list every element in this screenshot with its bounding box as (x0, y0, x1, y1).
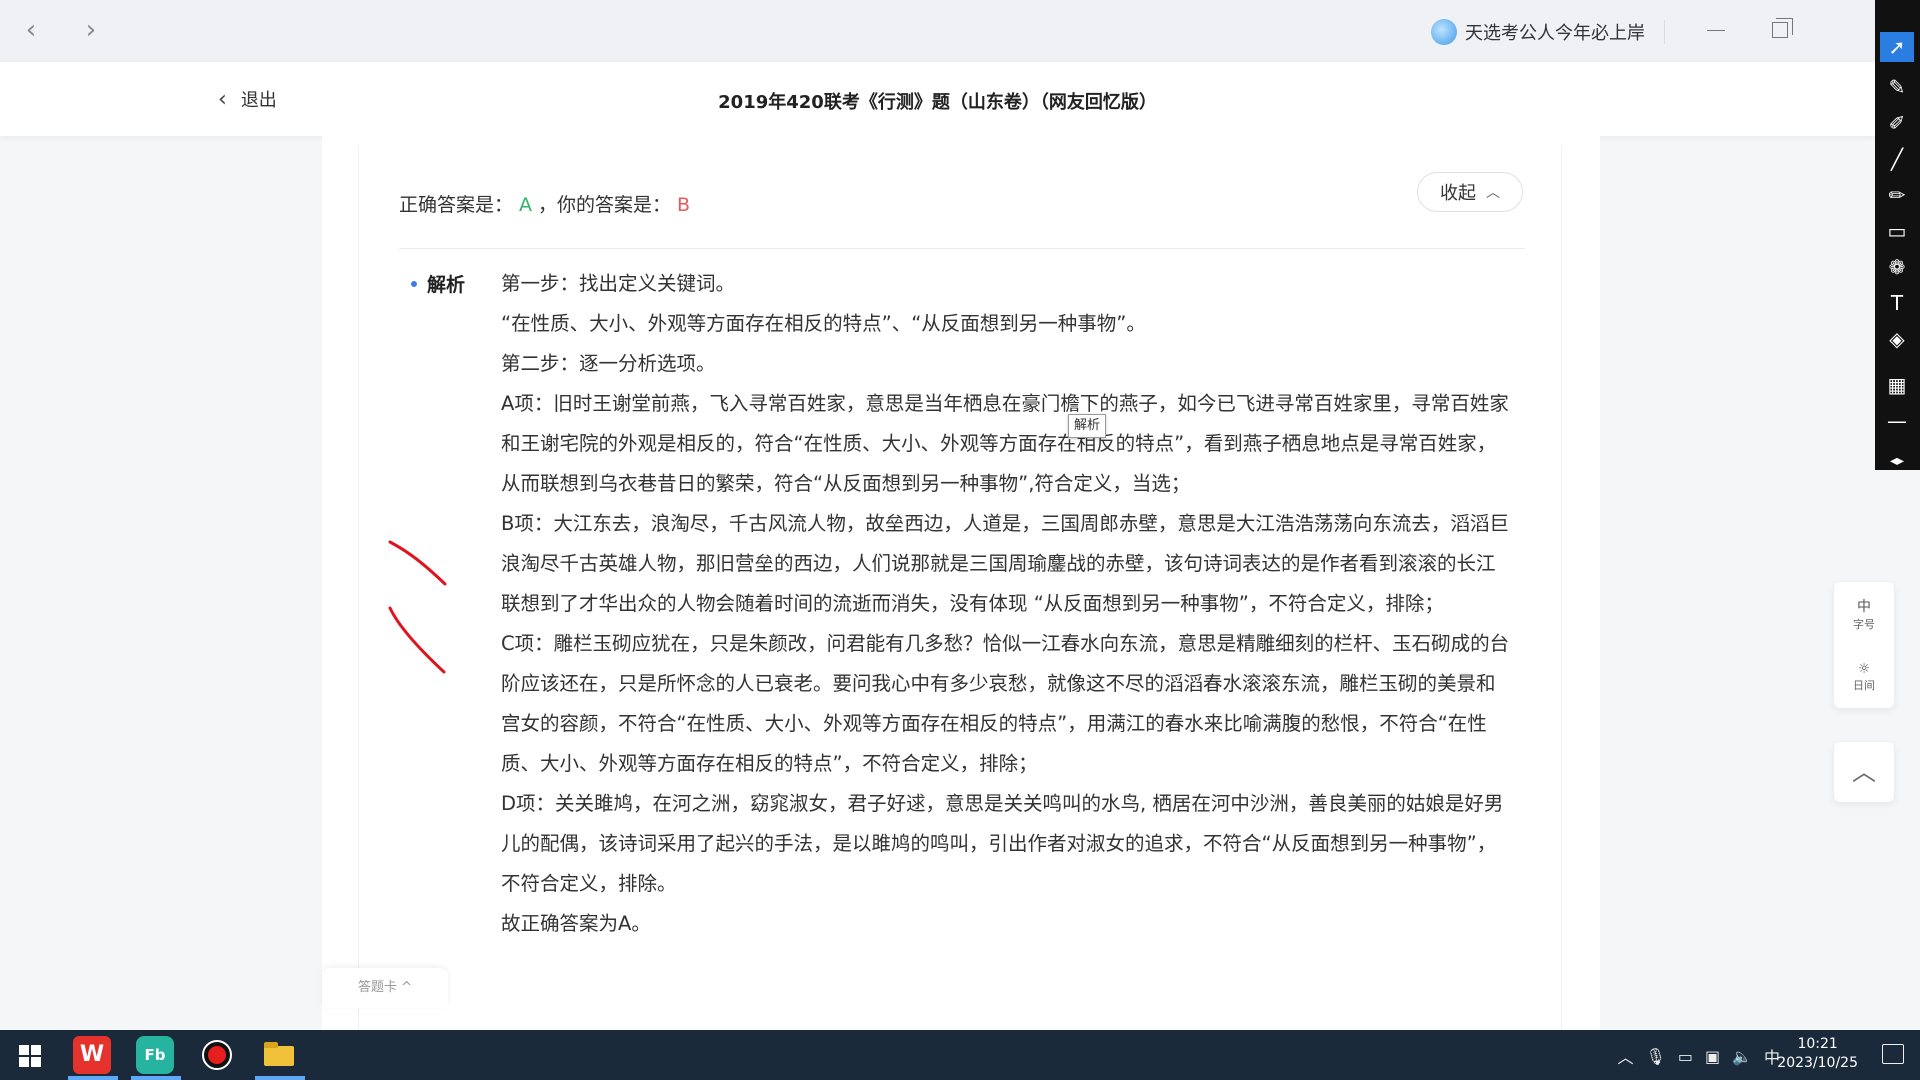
chevron-up-icon: ︿ (1852, 758, 1876, 786)
correct-answer-label: 正确答案是： (399, 194, 514, 216)
file-explorer-icon[interactable] (260, 1036, 298, 1074)
clock[interactable]: 10:21 2023/10/25 (1777, 1035, 1858, 1073)
battery-icon[interactable]: ▭ (1678, 1047, 1693, 1066)
highlighter-icon[interactable]: ✐ (1880, 108, 1914, 138)
active-indicator (255, 1076, 305, 1080)
answer-separator: ， (538, 194, 558, 216)
page-title: 2019年420联考《行测》题（山东卷）（网友回忆版） (718, 92, 1157, 113)
rectangle-icon[interactable]: ▭ (1880, 216, 1914, 246)
mosaic-icon[interactable]: ▦ (1880, 370, 1914, 400)
divider (399, 248, 1525, 249)
answer-summary: 正确答案是： A ，你的答案是： B (399, 190, 690, 217)
analysis-paragraph: A项：旧时王谢堂前燕，飞入寻常百姓家，意思是当年栖息在豪门檐下的燕子，如今已飞进… (501, 392, 1509, 495)
clock-time: 10:21 (1797, 1036, 1838, 1052)
eraser-icon[interactable]: ◈ (1880, 324, 1914, 354)
reading-settings: 中 字号 ☼ 日间 (1834, 582, 1894, 708)
user-name: 天选考公人今年必上岸 (1465, 23, 1645, 44)
window-titlebar: ‹ › 天选考公人今年必上岸 (0, 0, 1875, 62)
analysis-paragraph: 故正确答案为A。 (501, 912, 651, 935)
correct-answer-value: A (519, 194, 533, 216)
line-icon[interactable]: ╱ (1880, 144, 1914, 174)
pointer-icon[interactable]: ➚ (1880, 32, 1914, 62)
analysis-heading: 解析 (411, 270, 465, 297)
annotation-toolbar: ➚ ✎ ✐ ╱ ✏ ▭ ❁ T ◈ ▦ — ◂▸ (1875, 0, 1920, 470)
wps-app-icon[interactable]: W (73, 1036, 111, 1074)
avatar (1431, 19, 1457, 45)
analysis-paragraph: C项：雕栏玉砌应犹在，只是朱颜改，问君能有几多愁？恰似一江春水向东流，意思是精雕… (501, 632, 1510, 775)
bullet-dot-icon (411, 280, 417, 287)
content-area: 正确答案是： A ，你的答案是： B 收起 ︿ 解析 第一步：找出定义关键词。 “在性… (322, 136, 1600, 1030)
active-indicator (131, 1076, 181, 1080)
scroll-to-top-button[interactable]: ︿ (1834, 742, 1894, 802)
theme-button[interactable]: ☼ 日间 (1834, 645, 1894, 708)
forward-arrow-icon[interactable]: › (76, 14, 106, 46)
analysis-paragraph: 第一步：找出定义关键词。 (501, 272, 736, 295)
font-size-icon: 中 (1857, 598, 1871, 615)
font-size-label: 字号 (1853, 617, 1875, 631)
volume-icon[interactable]: 🔈 (1732, 1047, 1752, 1066)
sun-icon: ☼ (1857, 660, 1871, 677)
tooltip: 解析 (1068, 414, 1107, 438)
system-tray: ︿ 🎙 ▭ ▣ 🔈 中 (1617, 1044, 1780, 1068)
font-size-button[interactable]: 中 字号 (1834, 582, 1894, 645)
restore-window-icon[interactable] (1772, 18, 1793, 38)
analysis-paragraph: B项：大江东去，浪淘尽，千古风流人物，故垒西边，人道是，三国周郎赤壁，意思是大江… (501, 512, 1509, 615)
minimize-icon[interactable] (1707, 30, 1725, 31)
fenbi-app-icon[interactable]: Fb (136, 1036, 174, 1074)
back-arrow-icon[interactable]: ‹ (16, 14, 46, 46)
your-answer-value: B (677, 194, 691, 216)
collapse-button[interactable]: 收起 ︿ (1417, 172, 1523, 212)
titlebar-divider (1664, 20, 1665, 44)
network-icon[interactable]: ▣ (1705, 1047, 1720, 1066)
screen-recorder-icon[interactable] (198, 1036, 236, 1074)
analysis-label: 解析 (427, 274, 466, 296)
your-answer-label: 你的答案是： (557, 194, 672, 216)
active-indicator (68, 1076, 118, 1080)
chevron-up-icon: ︿ (1486, 185, 1500, 201)
analysis-paragraph: D项：关关雎鸠，在河之洲，窈窕淑女，君子好逑，意思是关关鸣叫的水鸟, 栖居在河中… (501, 792, 1504, 895)
brush-icon[interactable]: ✏ (1880, 180, 1914, 210)
pen-stroke (388, 606, 446, 674)
answer-analysis-card: 正确答案是： A ，你的答案是： B 收起 ︿ 解析 第一步：找出定义关键词。 “在性… (358, 146, 1562, 1030)
user-profile[interactable]: 天选考公人今年必上岸 (1431, 18, 1645, 46)
color-palette-icon[interactable]: ❁ (1880, 252, 1914, 282)
pen-annotations (388, 540, 447, 674)
analysis-paragraph: “在性质、大小、外观等方面存在相反的特点”、“从反面想到另一种事物”。 (501, 312, 1146, 335)
clock-date: 2023/10/25 (1777, 1055, 1858, 1071)
stroke-width-icon[interactable]: — (1880, 406, 1914, 436)
microphone-icon[interactable]: 🎙 (1646, 1047, 1666, 1066)
tray-expand-icon[interactable]: ︿ (1617, 1044, 1633, 1068)
windows-start-icon[interactable] (10, 1036, 48, 1074)
pen-icon[interactable]: ✎ (1880, 72, 1914, 102)
pen-stroke (388, 540, 447, 586)
answer-card-tab[interactable]: 答题卡 ^ (322, 968, 448, 1008)
analysis-paragraph: 第二步：逐一分析选项。 (501, 352, 716, 375)
analysis-body: 第一步：找出定义关键词。 “在性质、大小、外观等方面存在相反的特点”、“从反面想… (501, 264, 1511, 944)
text-tool-icon[interactable]: T (1880, 288, 1914, 318)
theme-label: 日间 (1853, 678, 1875, 692)
page-header: ‹ 退出 2019年420联考《行测》题（山东卷）（网友回忆版） (0, 62, 1875, 136)
taskbar: W Fb ︿ 🎙 ▭ ▣ 🔈 中 10:21 2023/10/25 (0, 1030, 1920, 1080)
collapse-label: 收起 (1440, 183, 1476, 204)
notification-center-icon[interactable] (1882, 1044, 1904, 1064)
toolbar-expand-icon[interactable]: ◂▸ (1880, 446, 1914, 476)
